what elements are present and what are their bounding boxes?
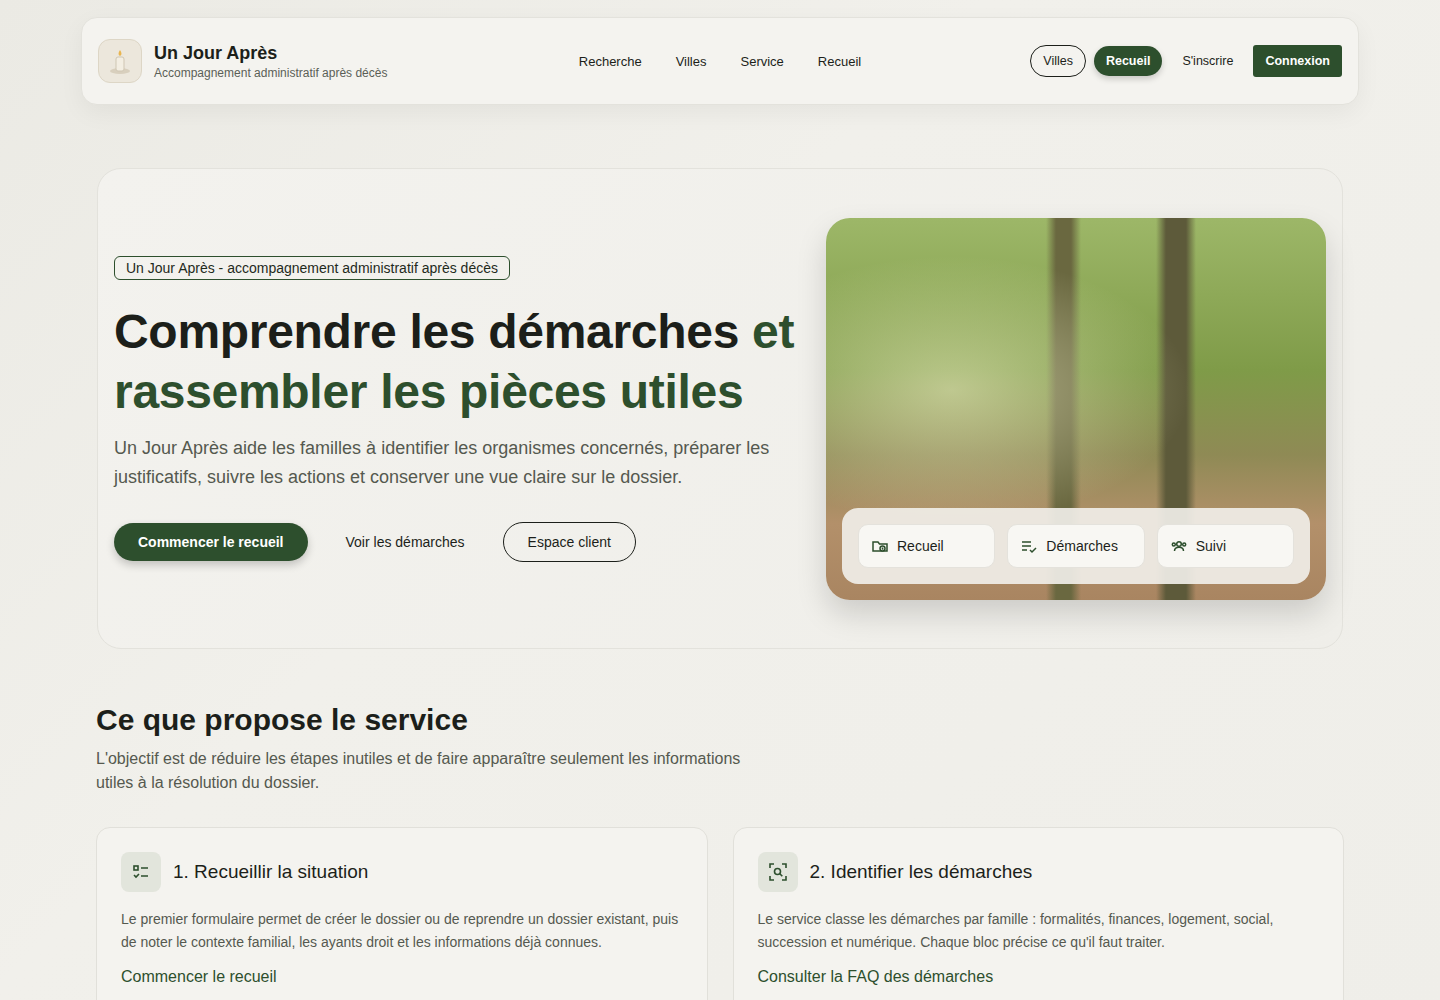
card-text: Le premier formulaire permet de créer le… (121, 908, 683, 954)
forest-photo: Recueil Démarches Suivi (826, 218, 1326, 600)
page: Un Jour Après Accompagnement administrati… (0, 0, 1440, 1000)
header-actions: Villes Recueil S'inscrire Connexion (861, 45, 1342, 77)
photo-chip[interactable]: Suivi (1157, 524, 1294, 568)
photo-chip-label: Démarches (1046, 538, 1118, 554)
photo-chip-bar: Recueil Démarches Suivi (842, 508, 1310, 584)
hero-button[interactable]: Espace client (503, 522, 636, 562)
hero-card: Un Jour Après - accompagnement administr… (97, 168, 1343, 649)
header-action[interactable]: Villes (1030, 45, 1086, 77)
brand[interactable]: Un Jour Après Accompagnement administrati… (98, 39, 579, 83)
service-card: 1. Recueillir la situation Le premier for… (96, 827, 708, 1000)
photo-chip-label: Suivi (1196, 538, 1226, 554)
brand-title: Un Jour Après (154, 43, 387, 64)
hero-button[interactable]: Voir les démarches (328, 523, 483, 561)
candle-icon (98, 39, 142, 83)
service-section: Ce que propose le service L'objectif est … (96, 703, 1344, 1000)
card-title: 2. Identifier les démarches (810, 861, 1033, 883)
header-action[interactable]: S'inscrire (1170, 46, 1245, 76)
checklist-icon (1020, 537, 1038, 555)
photo-chip-label: Recueil (897, 538, 944, 554)
service-title: Ce que propose le service (96, 703, 1344, 737)
header-action[interactable]: Connexion (1253, 45, 1342, 77)
task-list-icon (121, 852, 161, 892)
main-nav: Recherche Villes Service Recueil (579, 54, 861, 69)
search-scan-icon (758, 852, 798, 892)
service-card: 2. Identifier les démarches Le service cl… (733, 827, 1345, 1000)
card-link[interactable]: Consulter la FAQ des démarches (758, 968, 994, 985)
service-text: L'objectif est de réduire les étapes inu… (96, 747, 756, 795)
nav-link[interactable]: Recueil (818, 54, 861, 69)
photo-chip[interactable]: Démarches (1007, 524, 1144, 568)
card-title: 1. Recueillir la situation (173, 861, 368, 883)
brand-subtitle: Accompagnement administratif après décès (154, 66, 387, 80)
folder-icon (871, 537, 889, 555)
nav-link[interactable]: Villes (676, 54, 707, 69)
header-action[interactable]: Recueil (1094, 46, 1162, 76)
people-icon (1170, 537, 1188, 555)
nav-link[interactable]: Service (741, 54, 784, 69)
hero-button[interactable]: Commencer le recueil (114, 523, 308, 561)
hero-title: Comprendre les démarches et rassembler l… (114, 302, 796, 422)
hero-text: Un Jour Après aide les familles à identi… (114, 434, 774, 492)
hero-badge: Un Jour Après - accompagnement administr… (114, 256, 510, 280)
nav-link[interactable]: Recherche (579, 54, 642, 69)
photo-chip[interactable]: Recueil (858, 524, 995, 568)
site-header: Un Jour Après Accompagnement administrati… (81, 17, 1359, 105)
card-link[interactable]: Commencer le recueil (121, 968, 277, 985)
card-text: Le service classe les démarches par fami… (758, 908, 1320, 954)
